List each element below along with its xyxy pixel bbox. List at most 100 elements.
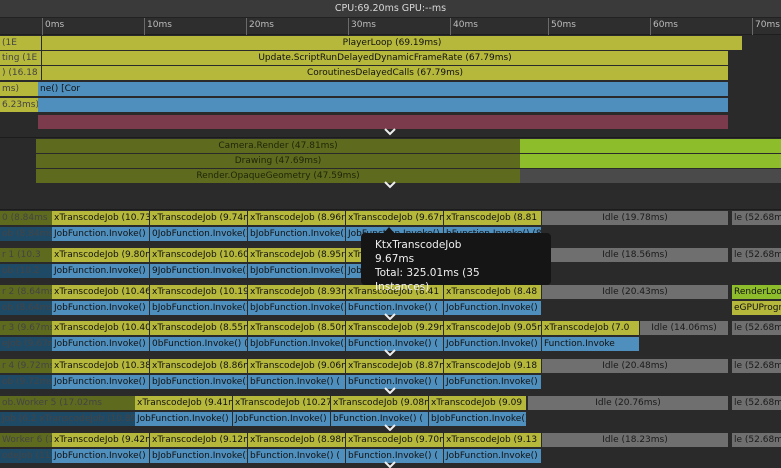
clipped-invoke-sample[interactable]: odeJob (11.95ms (0, 449, 52, 463)
job-invoke-sample[interactable]: 0JobFunction.Invoke() ( (150, 227, 247, 241)
job-invoke-sample[interactable]: bFunction.Invoke() ( (248, 449, 345, 463)
clipped-invoke-sample[interactable]: Job (6.2 xTranscodeJob (10.89m (0, 412, 135, 426)
clipped-job-sample[interactable]: ob.Worker 5 (17.02ms (0, 396, 135, 410)
job-invoke-sample[interactable]: bJobFunction.Invoke() ( (248, 337, 345, 351)
idle-sample[interactable]: Idle (20.76ms) (528, 396, 728, 410)
job-invoke-sample[interactable]: bJobFunction.Invoke() ( (429, 412, 526, 426)
clipped-invoke-sample[interactable]: eJob (9.67ms (0, 337, 52, 351)
job-invoke-sample[interactable]: JobFunction.Invoke() ( (52, 449, 149, 463)
transcode-job-sample[interactable]: xTranscodeJob (10.38m (52, 359, 149, 373)
render-thread-idle[interactable] (520, 169, 781, 183)
job-invoke-sample[interactable]: JobFunction.Invoke() (1 (52, 375, 149, 389)
transcode-job-sample[interactable]: xTranscodeJob (9.80m (52, 248, 149, 262)
transcode-job-sample[interactable]: xTranscodeJob (10.40m (52, 321, 149, 335)
transcode-job-sample[interactable]: xTranscodeJob (8.93m (248, 285, 345, 299)
clipped-invoke-sample[interactable]: ob (9.72ms (0, 375, 52, 389)
next-frame-sample[interactable]: le (52.68m (732, 321, 781, 335)
coroutine-child-sample[interactable] (38, 98, 728, 112)
transcode-job-sample[interactable]: xTranscodeJob (9.09 (429, 396, 526, 410)
job-invoke-sample[interactable]: JobFunction.Invoke() (9 (444, 375, 541, 389)
clipped-sample[interactable]: 6.23ms) (0, 98, 38, 112)
transcode-job-sample[interactable]: xTranscodeJob (8.98m (248, 433, 345, 447)
transcode-job-sample[interactable]: xTranscodeJob (9.41m (135, 396, 232, 410)
transcode-job-sample[interactable]: xTranscodeJob (8.87m (346, 359, 443, 373)
clipped-job-sample[interactable]: r 4 (9.72ms (0, 359, 52, 373)
transcode-job-sample[interactable]: xTranscodeJob (10.73m (52, 211, 149, 225)
transcode-job-sample[interactable]: xTranscodeJob (8.55m (150, 321, 247, 335)
expand-worker-chevron-icon[interactable] (383, 460, 397, 468)
idle-sample[interactable]: Idle (19.78ms) (542, 211, 728, 225)
next-frame-sample[interactable]: le (52.68m (732, 211, 781, 225)
clipped-sample[interactable]: ting (1E (0, 51, 41, 65)
job-invoke-sample[interactable]: JobFunction.Invoke() ( (135, 412, 232, 426)
transcode-job-sample[interactable]: xTranscodeJob (9.67m (346, 211, 443, 225)
time-ruler[interactable]: 0ms 10ms 20ms 30ms 40ms 50ms 60ms 70ms (0, 18, 781, 35)
transcode-job-sample[interactable]: xTranscodeJob (10.60m (150, 248, 247, 262)
job-invoke-sample[interactable]: JobFunction.Invoke() ( (444, 337, 541, 351)
next-frame-sample[interactable]: le (52.68m (732, 396, 781, 410)
transcode-job-sample[interactable]: xTranscodeJob (9.12m (150, 433, 247, 447)
transcode-job-sample[interactable]: xTranscodeJob (9.70m (346, 433, 443, 447)
job-invoke-sample[interactable]: bFunction.Invoke() ( (331, 412, 428, 426)
next-frame-sample[interactable]: le (52.68m (732, 248, 781, 262)
transcode-job-sample[interactable]: xTranscodeJob (7.0 (542, 321, 639, 335)
clipped-job-sample[interactable]: r 3 (9.67ms (0, 321, 52, 335)
coroutines-sample[interactable]: CoroutinesDelayedCalls (67.79ms) (42, 66, 728, 80)
job-invoke-sample[interactable]: bJobFunction.Invoke() ( (150, 375, 247, 389)
transcode-job-sample[interactable]: xTranscodeJob (9.08m (331, 396, 428, 410)
job-invoke-sample[interactable]: 9JobFunction.Invoke() ( (150, 264, 247, 278)
clipped-sample[interactable]: ) (16.18 (0, 66, 41, 80)
job-invoke-sample[interactable]: JobFunction.Invoke() (1 (52, 301, 149, 315)
transcode-job-sample[interactable]: xTranscodeJob (8.81 (444, 211, 541, 225)
next-frame-sample[interactable]: le (52.68m (732, 433, 781, 447)
clipped-invoke-sample[interactable]: ob (10.2 (0, 264, 52, 278)
render-thread-sample[interactable] (520, 154, 781, 168)
job-invoke-sample[interactable]: bJobFunction.Invoke() ( (248, 227, 345, 241)
next-frame-sample[interactable]: le (52.68m (732, 359, 781, 373)
job-invoke-sample[interactable]: 0bFunction.Invoke() ( (150, 337, 247, 351)
transcode-job-sample[interactable]: xTranscodeJob (9.18 (444, 359, 541, 373)
update-script-sample[interactable]: Update.ScriptRunDelayedDynamicFrameRate … (42, 51, 728, 65)
transcode-job-sample[interactable]: xTranscodeJob (9.29m (346, 321, 443, 335)
transcode-job-sample[interactable]: xTranscodeJob (9.13 (444, 433, 541, 447)
opaque-geometry-sample[interactable]: Render.OpaqueGeometry (47.59ms) (36, 169, 520, 183)
clipped-job-sample[interactable]: r 2 (8.64ms (0, 285, 52, 299)
clipped-sample[interactable]: ms) (0, 82, 38, 96)
job-invoke-sample[interactable]: JobFunction.Invoke() ( (233, 412, 330, 426)
job-invoke-sample[interactable]: JobFunction.Invoke() ( (52, 264, 149, 278)
transcode-job-sample[interactable]: xTranscodeJob (10.46m (52, 285, 149, 299)
transcode-job-sample[interactable]: xTranscodeJob (9.42m (52, 433, 149, 447)
idle-sample[interactable]: Idle (20.43ms) (542, 285, 728, 299)
expand-worker-chevron-icon[interactable] (383, 423, 397, 431)
clipped-job-sample[interactable]: r 1 (10.3 (0, 248, 52, 262)
transcode-job-sample[interactable]: xTranscodeJob (9.05m (444, 321, 541, 335)
job-invoke-sample[interactable]: JobFunction.Invoke() (1 (52, 337, 149, 351)
expand-worker-chevron-icon[interactable] (383, 312, 397, 320)
clipped-invoke-sample[interactable]: ob (8.84ms (0, 227, 52, 241)
drawing-sample[interactable]: Drawing (47.69ms) (36, 154, 520, 168)
transcode-job-sample[interactable]: xTranscodeJob (8.50m (248, 321, 345, 335)
next-frame-sample[interactable]: eGPUProgra (732, 301, 781, 315)
idle-sample[interactable]: Idle (20.48ms) (542, 359, 728, 373)
job-invoke-sample[interactable]: bJobFunction.Invoke() ( (150, 301, 247, 315)
player-loop-sample[interactable]: PlayerLoop (69.19ms) (42, 36, 742, 50)
coroutine-sample[interactable]: ne() [Cor (38, 82, 728, 96)
expand-main-thread-chevron-icon[interactable] (383, 127, 397, 137)
idle-sample[interactable]: Idle (18.23ms) (542, 433, 728, 447)
expand-render-thread-chevron-icon[interactable] (383, 180, 397, 190)
transcode-job-sample[interactable]: xTranscodeJob (8.95r (248, 248, 345, 262)
transcode-job-sample[interactable]: xTranscodeJob (10.27m (233, 396, 330, 410)
clipped-job-sample[interactable]: 0 (8.84ms (0, 211, 52, 225)
expand-worker-chevron-icon[interactable] (383, 386, 397, 394)
expand-worker-chevron-icon[interactable] (383, 348, 397, 356)
camera-render-sample[interactable]: Camera.Render (47.81ms) (36, 139, 520, 153)
transcode-job-sample[interactable]: xTranscodeJob (8.96r (248, 211, 345, 225)
next-frame-sample[interactable]: RenderLoo (732, 285, 781, 299)
job-invoke-sample[interactable]: bJobFunction.Invoke() ( (150, 449, 247, 463)
clipped-invoke-sample[interactable]: ob (8.64ms (0, 301, 52, 315)
render-thread-sample[interactable] (520, 139, 781, 153)
job-invoke-sample[interactable]: JobFunction.Invoke() (1 (52, 227, 149, 241)
clipped-job-sample[interactable]: Worker 6 (11.95ms (0, 433, 52, 447)
transcode-job-sample[interactable]: xTranscodeJob (9.06m (248, 359, 345, 373)
job-invoke-sample[interactable]: bFunction.Invoke() ( (248, 375, 345, 389)
